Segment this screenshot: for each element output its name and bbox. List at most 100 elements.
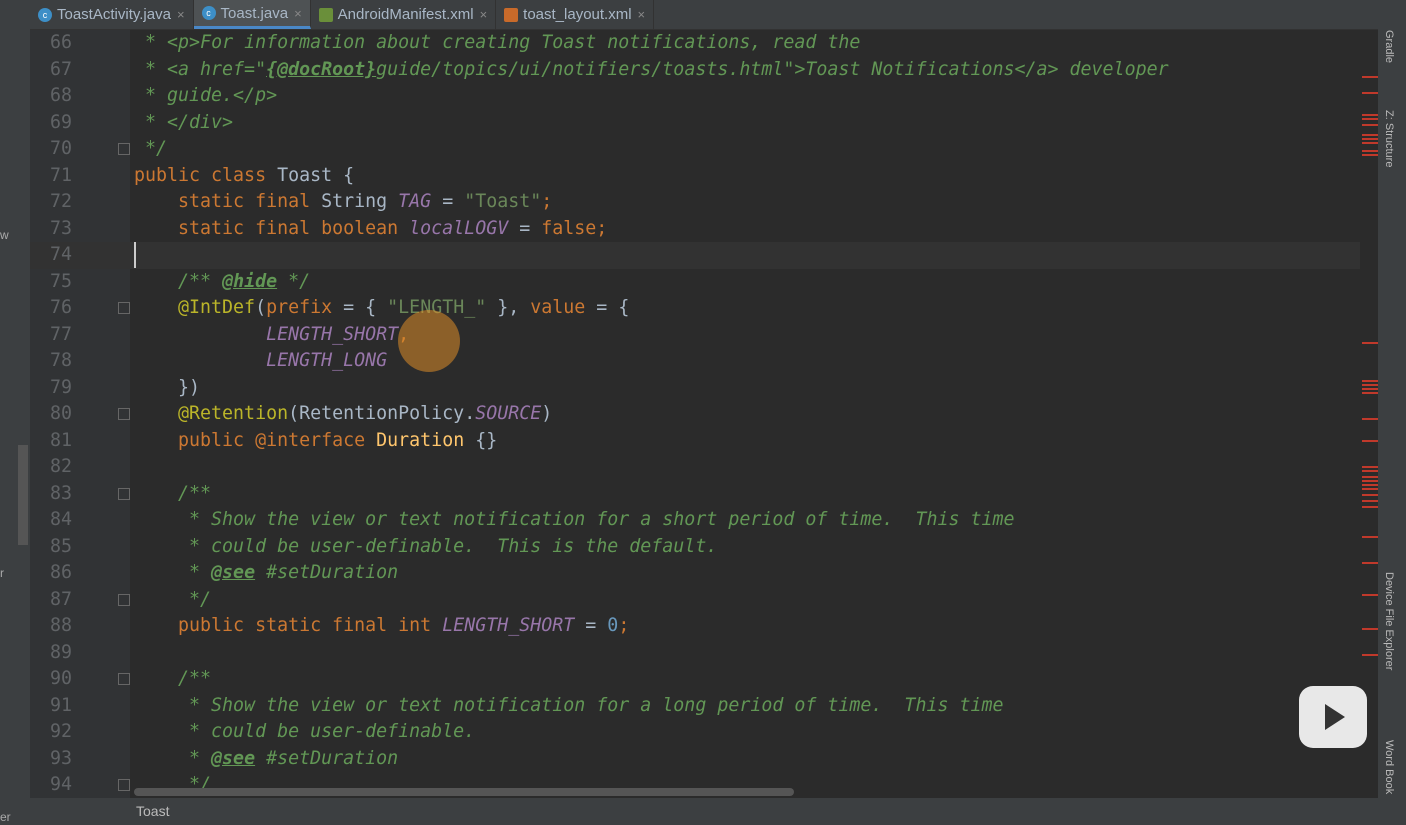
close-icon[interactable]: ×	[638, 7, 646, 22]
line-number[interactable]: 66	[30, 30, 72, 57]
error-mark[interactable]	[1362, 484, 1378, 486]
error-mark[interactable]	[1362, 76, 1378, 78]
line-number[interactable]: 77	[30, 322, 72, 349]
code-line[interactable]: 79 })	[30, 375, 1360, 402]
code-line[interactable]: 71 public class Toast {	[30, 163, 1360, 190]
line-number[interactable]: 85	[30, 534, 72, 561]
left-scrollbar[interactable]	[18, 445, 28, 545]
code-line[interactable]: 75 /** @hide */	[30, 269, 1360, 296]
fold-icon[interactable]	[118, 779, 130, 791]
error-mark[interactable]	[1362, 466, 1378, 468]
line-number[interactable]: 71	[30, 163, 72, 190]
error-mark[interactable]	[1362, 594, 1378, 596]
close-icon[interactable]: ×	[177, 7, 185, 22]
error-mark[interactable]	[1362, 154, 1378, 156]
error-mark[interactable]	[1362, 488, 1378, 490]
line-number[interactable]: 88	[30, 613, 72, 640]
line-number[interactable]: 68	[30, 83, 72, 110]
code-line[interactable]: 87 */	[30, 587, 1360, 614]
code-line[interactable]: 68 * guide.</p>	[30, 83, 1360, 110]
tab-toast-java[interactable]: c Toast.java ×	[193, 0, 311, 29]
error-mark[interactable]	[1362, 536, 1378, 538]
code-line[interactable]: 67 * <a href="{@docRoot}guide/topics/ui/…	[30, 57, 1360, 84]
error-mark[interactable]	[1362, 92, 1378, 94]
line-number[interactable]: 87	[30, 587, 72, 614]
error-mark[interactable]	[1362, 342, 1378, 344]
horizontal-scrollbar[interactable]	[134, 788, 794, 796]
code-line[interactable]: 66 * <p>For information about creating T…	[30, 30, 1360, 57]
fold-icon[interactable]	[118, 302, 130, 314]
line-number[interactable]: 89	[30, 640, 72, 667]
code-editor[interactable]: 66 * <p>For information about creating T…	[30, 30, 1360, 798]
error-mark[interactable]	[1362, 118, 1378, 120]
error-mark[interactable]	[1362, 470, 1378, 472]
error-mark[interactable]	[1362, 392, 1378, 394]
error-mark[interactable]	[1362, 500, 1378, 502]
error-mark[interactable]	[1362, 150, 1378, 152]
fold-icon[interactable]	[118, 593, 130, 606]
error-mark[interactable]	[1362, 138, 1378, 140]
error-mark[interactable]	[1362, 134, 1378, 136]
code-line[interactable]: 81 public @interface Duration {}	[30, 428, 1360, 455]
code-line[interactable]: 91 * Show the view or text notification …	[30, 693, 1360, 720]
code-line[interactable]: 88 public static final int LENGTH_SHORT …	[30, 613, 1360, 640]
code-line[interactable]: 83 /**	[30, 481, 1360, 508]
code-line[interactable]: 77 LENGTH_SHORT,	[30, 322, 1360, 349]
code-line[interactable]: 89	[30, 640, 1360, 667]
code-line[interactable]: 74	[30, 242, 1360, 269]
code-line[interactable]: 72 static final String TAG = "Toast";	[30, 189, 1360, 216]
error-mark[interactable]	[1362, 562, 1378, 564]
line-number[interactable]: 80	[30, 401, 72, 428]
error-mark[interactable]	[1362, 476, 1378, 478]
line-number[interactable]: 73	[30, 216, 72, 243]
line-number[interactable]: 79	[30, 375, 72, 402]
code-line[interactable]: 92 * could be user-definable.	[30, 719, 1360, 746]
line-number[interactable]: 93	[30, 746, 72, 773]
close-icon[interactable]: ×	[480, 7, 488, 22]
line-number[interactable]: 90	[30, 666, 72, 693]
code-line[interactable]: 80 @Retention(RetentionPolicy.SOURCE)	[30, 401, 1360, 428]
code-line[interactable]: 82	[30, 454, 1360, 481]
left-strip-item[interactable]: w	[0, 228, 9, 242]
tab-androidmanifest-xml[interactable]: AndroidManifest.xml ×	[311, 0, 497, 29]
fold-icon[interactable]	[118, 673, 130, 685]
close-icon[interactable]: ×	[294, 6, 302, 21]
line-number[interactable]: 75	[30, 269, 72, 296]
line-number[interactable]: 74	[30, 242, 72, 269]
tool-gradle[interactable]: Gradle	[1383, 30, 1395, 63]
tab-toastactivity-java[interactable]: c ToastActivity.java ×	[30, 0, 194, 29]
line-number[interactable]: 78	[30, 348, 72, 375]
error-mark[interactable]	[1362, 494, 1378, 496]
code-line[interactable]: 93 * @see #setDuration	[30, 746, 1360, 773]
line-number[interactable]: 76	[30, 295, 72, 322]
tool-word-book[interactable]: Word Book	[1383, 740, 1395, 794]
line-number[interactable]: 83	[30, 481, 72, 508]
tool-device-file-explorer[interactable]: Device File Explorer	[1383, 572, 1395, 670]
fold-icon[interactable]	[118, 408, 130, 420]
code-line[interactable]: 69 * </div>	[30, 110, 1360, 137]
error-mark[interactable]	[1362, 506, 1378, 508]
code-line[interactable]: 70 */	[30, 136, 1360, 163]
code-line[interactable]: 76 @IntDef(prefix = { "LENGTH_" }, value…	[30, 295, 1360, 322]
tool-structure[interactable]: Z: Structure	[1383, 110, 1395, 167]
error-mark[interactable]	[1362, 384, 1378, 386]
line-number[interactable]: 86	[30, 560, 72, 587]
line-number[interactable]: 92	[30, 719, 72, 746]
line-number[interactable]: 67	[30, 57, 72, 84]
error-mark[interactable]	[1362, 124, 1378, 126]
line-number[interactable]: 70	[30, 136, 72, 163]
breadcrumb[interactable]: Toast	[136, 803, 169, 819]
error-mark[interactable]	[1362, 142, 1378, 144]
line-number[interactable]: 81	[30, 428, 72, 455]
error-mark[interactable]	[1362, 388, 1378, 390]
code-line[interactable]: 84 * Show the view or text notification …	[30, 507, 1360, 534]
line-number[interactable]: 94	[30, 772, 72, 799]
line-number[interactable]: 82	[30, 454, 72, 481]
error-mark[interactable]	[1362, 440, 1378, 442]
play-button[interactable]	[1299, 686, 1367, 748]
error-mark[interactable]	[1362, 418, 1378, 420]
line-number[interactable]: 91	[30, 693, 72, 720]
left-strip-item[interactable]: r	[0, 566, 4, 580]
error-mark[interactable]	[1362, 114, 1378, 116]
code-line[interactable]: 90 /**	[30, 666, 1360, 693]
